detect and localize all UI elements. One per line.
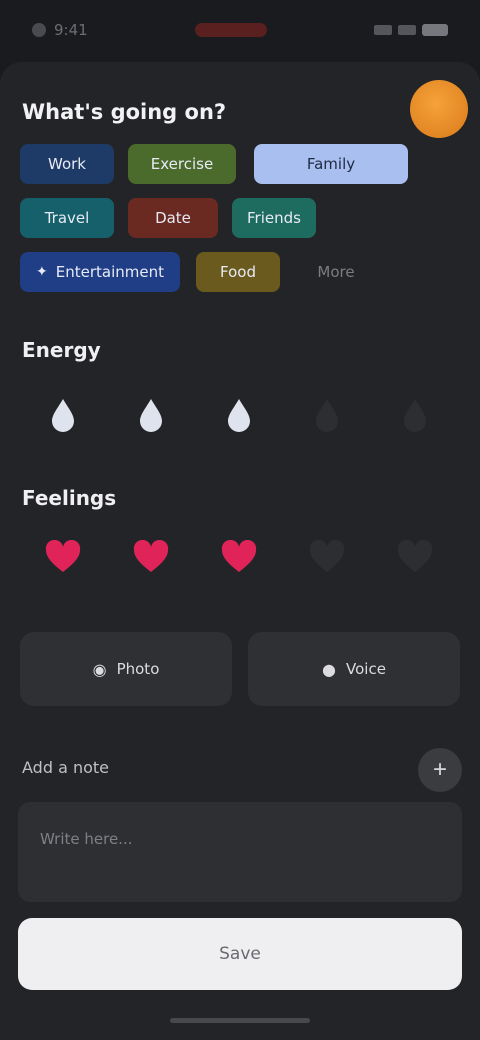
heart-icon [45, 540, 81, 572]
tag-chip-selected[interactable]: Family [254, 144, 408, 184]
tag-chip-label: Exercise [150, 155, 214, 173]
heart-icon [397, 540, 433, 572]
tag-chip[interactable]: Exercise [128, 144, 236, 184]
heart-icon [309, 540, 345, 572]
energy-drop-icon [404, 399, 426, 432]
energy-level-5[interactable] [388, 388, 442, 442]
tag-chip[interactable]: Travel [20, 198, 114, 238]
tag-chip-label: Family [306, 155, 356, 173]
feeling-level-2[interactable] [124, 530, 178, 584]
add-photo-button[interactable]: ◉ Photo [20, 632, 232, 706]
feeling-level-1[interactable] [36, 530, 90, 584]
home-indicator [170, 1018, 310, 1023]
feeling-level-3[interactable] [212, 530, 266, 584]
tag-chip-label: Entertainment [55, 263, 164, 281]
energy-drop-icon [228, 399, 250, 432]
tag-chip[interactable]: ✦ Entertainment [20, 252, 180, 292]
status-time: 9:41 [54, 21, 88, 39]
energy-drop-icon [52, 399, 74, 432]
tag-chip-label: More [317, 263, 355, 281]
status-right [374, 24, 448, 36]
notes-label: Add a note [22, 758, 109, 777]
energy-level-1[interactable] [36, 388, 90, 442]
energy-level-3[interactable] [212, 388, 266, 442]
feelings-heading: Feelings [22, 486, 117, 510]
status-bar: 9:41 [0, 0, 480, 60]
add-voice-button[interactable]: ● Voice [248, 632, 460, 706]
sparkle-icon: ✦ [36, 264, 48, 280]
page-title: What's going on? [22, 100, 227, 124]
energy-level-4[interactable] [300, 388, 354, 442]
save-button[interactable]: Save [18, 918, 462, 990]
tag-chip-label: Food [220, 263, 256, 281]
add-note-button[interactable]: + [418, 748, 462, 792]
tag-chip[interactable]: Food [196, 252, 280, 292]
tag-chip[interactable]: Date [128, 198, 218, 238]
tag-chip-label: Travel [44, 209, 90, 227]
tag-chip[interactable]: Friends [232, 198, 316, 238]
feeling-level-5[interactable] [388, 530, 442, 584]
wifi-icon [398, 25, 416, 35]
energy-heading: Energy [22, 338, 101, 362]
feeling-level-4[interactable] [300, 530, 354, 584]
plus-icon: + [432, 756, 447, 783]
tag-chip-label: Work [48, 155, 86, 173]
more-tags-button[interactable]: More [296, 252, 376, 292]
add-voice-label: Voice [346, 660, 386, 678]
tag-chip-label: Friends [247, 209, 301, 227]
tag-chip[interactable]: Work [20, 144, 114, 184]
camera-icon: ◉ [92, 659, 107, 679]
battery-icon [422, 24, 448, 36]
recording-indicator [194, 23, 267, 37]
heart-icon [221, 540, 257, 572]
microphone-icon: ● [322, 659, 337, 679]
energy-level-2[interactable] [124, 388, 178, 442]
tag-chip-label: Date [155, 209, 191, 227]
energy-drop-icon [316, 399, 338, 432]
energy-drop-icon [140, 399, 162, 432]
signal-icon [374, 25, 392, 35]
status-left: 9:41 [32, 21, 88, 39]
notes-input[interactable] [18, 802, 462, 902]
location-icon [32, 23, 46, 37]
heart-icon [133, 540, 169, 572]
add-photo-label: Photo [116, 660, 160, 678]
avatar[interactable] [410, 80, 468, 138]
